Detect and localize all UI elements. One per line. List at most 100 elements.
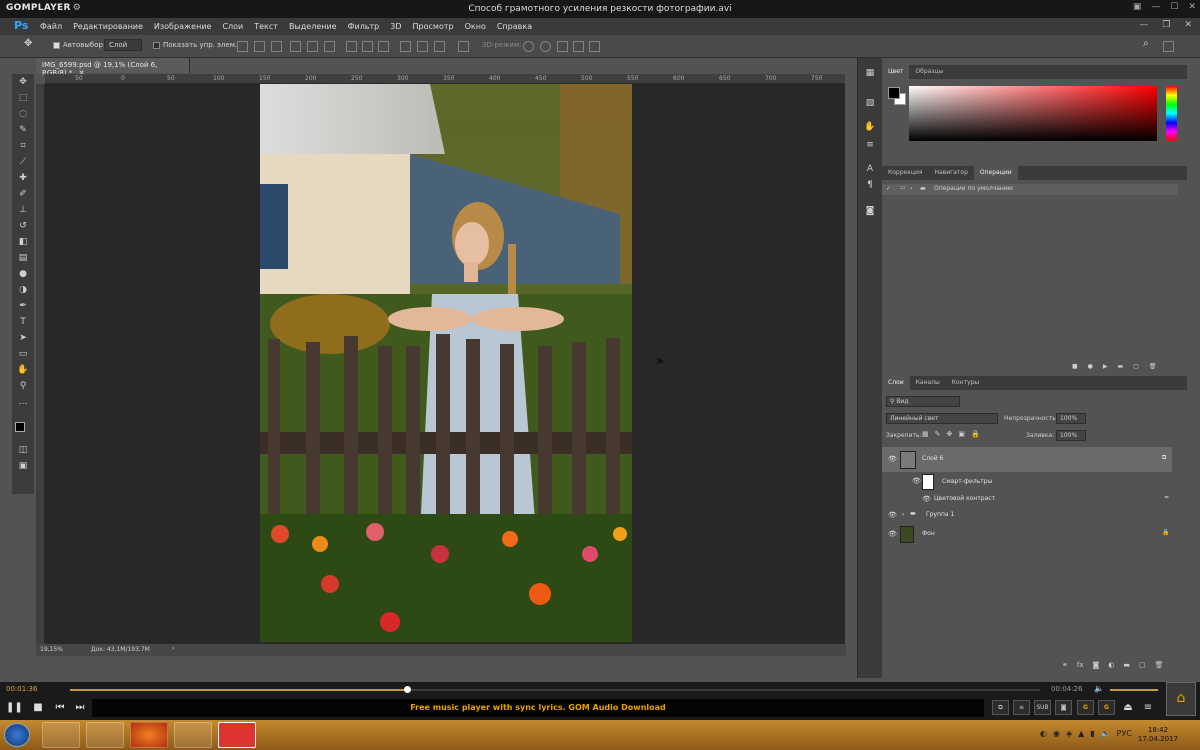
- new-layer-icon[interactable]: ▢: [1139, 661, 1146, 669]
- quick-select-tool-icon[interactable]: ✎: [17, 124, 29, 136]
- move-tool-icon[interactable]: ✥: [24, 38, 32, 49]
- screen-mode-icon[interactable]: ▣: [17, 460, 29, 472]
- type-tool-icon[interactable]: T: [17, 316, 29, 328]
- shape-tool-icon[interactable]: ▭: [17, 348, 29, 360]
- seek-handle[interactable]: [403, 686, 411, 693]
- volume-icon[interactable]: 🔈: [1094, 684, 1104, 693]
- pen-tool-icon[interactable]: ✒: [17, 300, 29, 312]
- tab-swatches[interactable]: Образцы: [909, 65, 949, 79]
- 3d-roll-icon[interactable]: [540, 41, 551, 52]
- tab-color[interactable]: Цвет: [882, 65, 910, 79]
- layer-name[interactable]: Цветовой контраст: [934, 495, 995, 502]
- layer-row[interactable]: 👁 Смарт-фильтры: [882, 472, 1172, 492]
- distribute-vcenter-icon[interactable]: [362, 41, 373, 52]
- opacity-input[interactable]: 100%: [1056, 413, 1086, 424]
- menu-layers[interactable]: Слои: [222, 22, 243, 31]
- photo-canvas[interactable]: [260, 84, 632, 642]
- auto-align-icon[interactable]: [458, 41, 469, 52]
- layer-name[interactable]: Смарт-фильтры: [942, 478, 992, 485]
- tray-icon[interactable]: ◈: [1066, 729, 1072, 738]
- chevron-right-icon[interactable]: ›: [910, 185, 912, 192]
- next-icon[interactable]: ⏭: [72, 700, 88, 716]
- tab-layers[interactable]: Слои: [882, 376, 910, 390]
- stamp-tool-icon[interactable]: ⊥: [17, 204, 29, 216]
- path-select-icon[interactable]: ➤: [17, 332, 29, 344]
- layer-row[interactable]: 👁 Цветовой контраст ≂: [882, 492, 1172, 506]
- align-hcenter-icon[interactable]: [307, 41, 318, 52]
- pause-icon[interactable]: ❚❚: [6, 700, 23, 716]
- gomlab-home-icon[interactable]: ⌂: [1166, 682, 1196, 716]
- distribute-hcenter-icon[interactable]: [417, 41, 428, 52]
- move-tool-icon[interactable]: ✥: [17, 76, 29, 88]
- 3d-scale-icon[interactable]: [589, 41, 600, 52]
- stop-icon[interactable]: ■: [1072, 363, 1078, 370]
- taskbar-app-gom[interactable]: [218, 722, 256, 748]
- subtitle-button[interactable]: SUB: [1034, 700, 1051, 715]
- menu-icon[interactable]: ≡: [1140, 700, 1156, 716]
- capture-icon[interactable]: ◙: [1055, 700, 1072, 715]
- mask-icon[interactable]: ◙: [1092, 661, 1099, 669]
- adjustment-icon[interactable]: ◐: [1108, 661, 1114, 669]
- taskbar-app-media[interactable]: [174, 722, 212, 748]
- blend-mode-dropdown[interactable]: Линейный свет: [886, 413, 998, 424]
- delete-icon[interactable]: 🗑: [1149, 363, 1157, 370]
- taskbar-app-explorer[interactable]: [86, 722, 124, 748]
- volume-icon[interactable]: 🔈: [1101, 729, 1111, 738]
- delete-icon[interactable]: 🗑: [1155, 661, 1164, 669]
- layer-filter-dropdown[interactable]: ⚲ Вид: [886, 396, 960, 407]
- minimize-icon[interactable]: —: [1139, 20, 1148, 30]
- properties-icon[interactable]: ▧: [864, 98, 876, 110]
- eyedropper-tool-icon[interactable]: ⟋: [17, 156, 29, 168]
- filter-options-icon[interactable]: ≂: [1164, 494, 1169, 501]
- 3d-pan-icon[interactable]: [557, 41, 568, 52]
- brush-tool-icon[interactable]: ✐: [17, 188, 29, 200]
- history-brush-icon[interactable]: ↺: [17, 220, 29, 232]
- align-left-icon[interactable]: [290, 41, 301, 52]
- eye-icon[interactable]: 👁: [922, 495, 931, 503]
- minimize-icon[interactable]: —: [1151, 2, 1160, 12]
- taskbar-app-firefox[interactable]: [130, 722, 168, 748]
- distribute-left-icon[interactable]: [400, 41, 411, 52]
- layer-row[interactable]: 👁 Слой 6 ⧉: [882, 447, 1172, 472]
- play-icon[interactable]: ▶: [1103, 363, 1108, 370]
- adjustments-icon[interactable]: ≡: [864, 140, 876, 152]
- history-icon[interactable]: ▦: [864, 68, 876, 80]
- foreground-color-swatch[interactable]: [15, 422, 25, 432]
- 3d-rotate-icon[interactable]: [523, 41, 534, 52]
- clone-source-icon[interactable]: ◙: [864, 206, 876, 218]
- color-picker-field[interactable]: [909, 86, 1157, 141]
- eject-icon[interactable]: ⏏: [1120, 700, 1136, 716]
- tab-paths[interactable]: Контуры: [946, 376, 985, 390]
- tab-adjustments[interactable]: Коррекция: [882, 166, 928, 180]
- fx-icon[interactable]: fx: [1077, 661, 1084, 669]
- menu-edit[interactable]: Редактирование: [73, 22, 143, 31]
- layer-name[interactable]: Фон: [922, 530, 935, 537]
- group-icon[interactable]: ▬: [1123, 661, 1130, 669]
- clock[interactable]: 18:42 17.04.2017: [1138, 726, 1178, 744]
- gom-remote-button[interactable]: G: [1098, 700, 1115, 715]
- hand-tool-icon[interactable]: ✋: [17, 364, 29, 376]
- search-icon[interactable]: ⌕: [1143, 38, 1149, 49]
- language-indicator[interactable]: РУС: [1117, 729, 1132, 738]
- equalizer-icon[interactable]: ≡: [1013, 700, 1030, 715]
- hue-slider[interactable]: [1166, 86, 1177, 141]
- taskbar-app-desktop[interactable]: [42, 722, 80, 748]
- layer-row[interactable]: 👁 › ▬ Группа 1: [882, 506, 1172, 524]
- eye-icon[interactable]: 👁: [912, 477, 921, 485]
- tab-navigator[interactable]: Навигатор: [928, 166, 973, 180]
- blur-tool-icon[interactable]: ●: [17, 268, 29, 280]
- tab-actions[interactable]: Операции: [973, 166, 1018, 180]
- tray-icon[interactable]: ◐: [1040, 729, 1047, 738]
- zoom-level[interactable]: 19,15%: [40, 646, 63, 653]
- 3d-slide-icon[interactable]: [573, 41, 584, 52]
- ticker-message[interactable]: Free music player with sync lyrics. GOM …: [92, 699, 984, 717]
- tray-icon[interactable]: ◉: [1053, 729, 1060, 738]
- zoom-tool-icon[interactable]: ⚲: [17, 380, 29, 392]
- autoselect-checkbox[interactable]: Автовыбор:: [53, 41, 105, 49]
- lock-icons[interactable]: ▦✎✥▣🔒: [922, 430, 986, 438]
- more-tools-icon[interactable]: …: [17, 396, 29, 408]
- document-tab[interactable]: IMG_6599.psd @ 19,1% (Слой 6, RGB/8) * ✕: [36, 58, 190, 77]
- eye-icon[interactable]: 👁: [888, 511, 897, 519]
- pin-icon[interactable]: ▣: [1133, 2, 1142, 12]
- menu-text[interactable]: Текст: [254, 22, 278, 31]
